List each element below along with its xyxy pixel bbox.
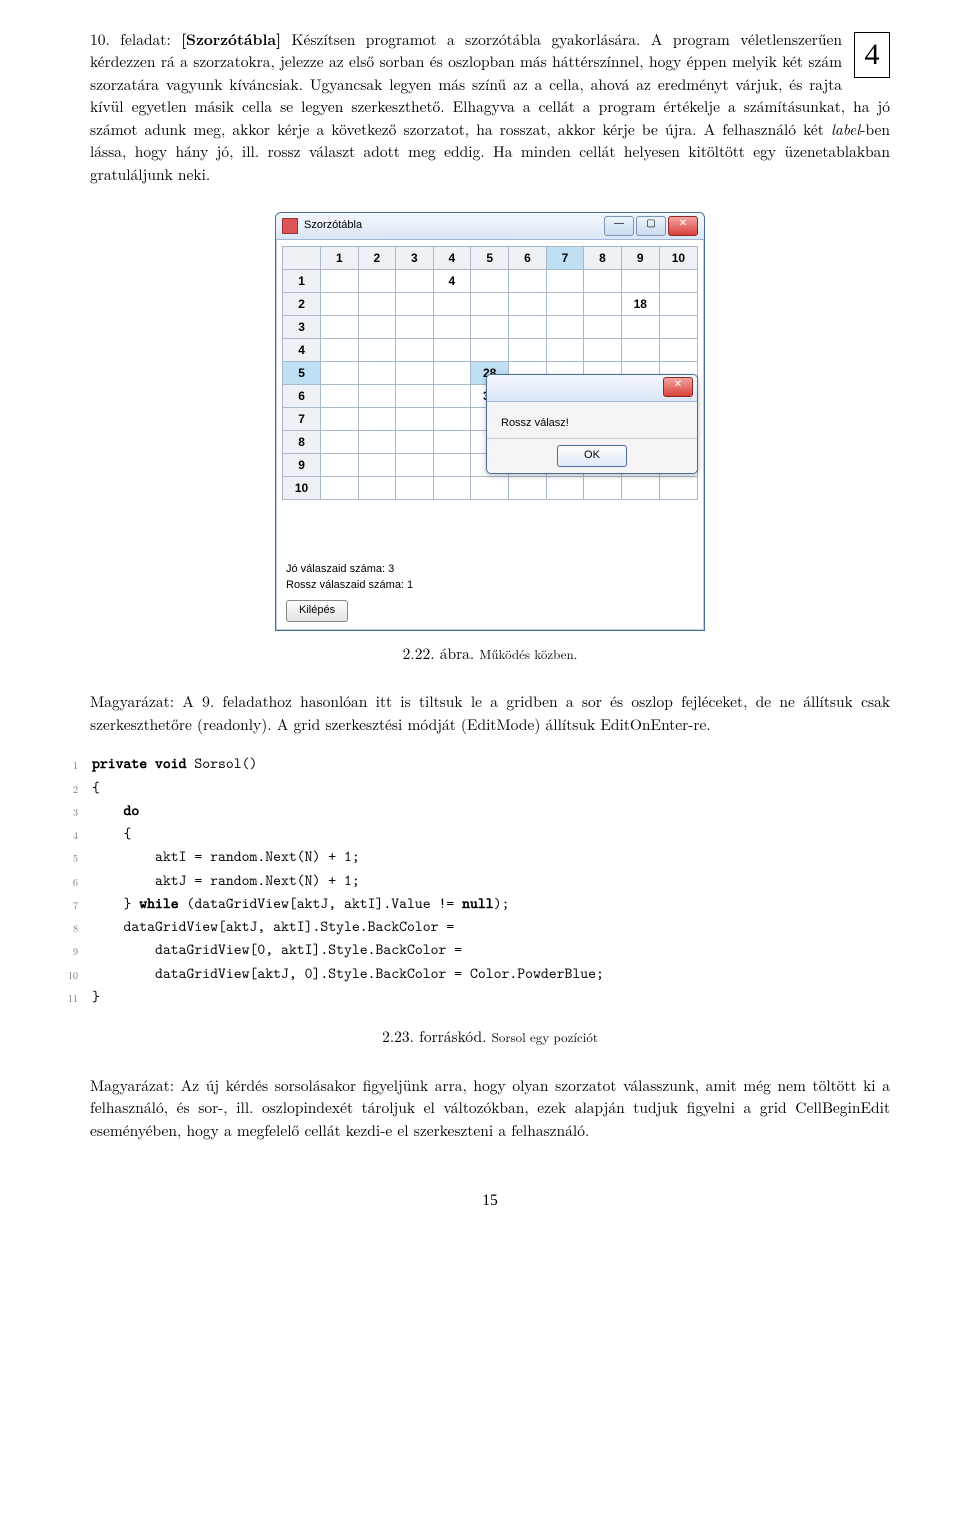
code-text: (dataGridView[aktJ, aktI].Value !=: [179, 893, 463, 913]
task-number-box: 4: [854, 32, 890, 78]
row-header: 8: [283, 431, 321, 454]
example-screenshot: Szorzótábla — ▢ ✕ 1 2 3 4 5 6 7 8 9 10 1…: [275, 212, 705, 631]
col-header: 8: [584, 247, 622, 270]
titlebar: Szorzótábla — ▢ ✕: [276, 213, 704, 240]
col-header: 10: [659, 247, 697, 270]
status-bad-label: Rossz válaszaid száma: 1: [286, 578, 696, 594]
status-good-label: Jó válaszaid száma: 3: [286, 562, 696, 578]
row-header: 2: [283, 293, 321, 316]
exp1-it4: (EditMode): [461, 714, 540, 735]
maximize-button[interactable]: ▢: [636, 216, 666, 236]
col-header: 3: [396, 247, 434, 270]
code-text: aktI = random.Next(N) + 1;: [92, 845, 360, 868]
exp1-b5: állítsuk: [540, 714, 600, 735]
task-label-italic: label: [831, 119, 860, 140]
grid-cell[interactable]: 18: [621, 293, 659, 316]
exp1-it5: EditOnEnter: [600, 714, 688, 735]
code-text: aktJ = random.Next(N) + 1;: [92, 869, 360, 892]
col-header: 4: [433, 247, 471, 270]
kw-while: while: [139, 893, 178, 913]
row-header: 7: [283, 408, 321, 431]
grid-corner: [283, 247, 321, 270]
line-number: 8: [38, 915, 92, 938]
exit-button[interactable]: Kilépés: [286, 600, 348, 622]
col-header: 1: [321, 247, 359, 270]
line-number: 11: [38, 985, 92, 1008]
code-text: [147, 753, 155, 773]
code-text: dataGridView[0, aktI].Style.BackColor =: [92, 938, 462, 961]
exp1-b4: szerkesztési módját: [320, 714, 461, 735]
exp1-b1: A 9. feladathoz hasonlóan itt is tiltsuk…: [174, 691, 506, 712]
status-area: Jó válaszaid száma: 3 Rossz válaszaid sz…: [276, 474, 704, 630]
exp1-it2: (readonly): [197, 714, 267, 735]
exp2-it1: grid CellBeginEdit: [760, 1097, 890, 1118]
exp2-b2: eseményében, hogy a megfelelő cellát kez…: [90, 1120, 589, 1141]
col-header: 9: [621, 247, 659, 270]
kw-null: null: [462, 893, 494, 913]
code-text: {: [92, 776, 100, 799]
line-number: 6: [38, 869, 92, 892]
exp1-lead: Magyarázat:: [90, 691, 174, 712]
grid-cell[interactable]: 4: [433, 270, 471, 293]
task-paragraph: 10. feladat: [Szorzótábla] Készítsen pro…: [90, 28, 890, 186]
dialog-ok-button[interactable]: OK: [557, 445, 627, 467]
explanation-1: Magyarázat: A 9. feladathoz hasonlóan it…: [90, 691, 890, 736]
col-header: 5: [471, 247, 509, 270]
message-dialog: ✕ Rossz válasz! OK: [486, 374, 698, 474]
code-text: dataGridView[aktJ, aktI].Style.BackColor…: [92, 915, 454, 938]
col-header-highlight: 7: [546, 247, 584, 270]
app-window: Szorzótábla — ▢ ✕ 1 2 3 4 5 6 7 8 9 10 1…: [275, 212, 705, 631]
code-caption: 2.23. forráskód. Sorsol egy pozíciót: [90, 1026, 890, 1048]
code-text: }: [92, 985, 100, 1008]
exp2-lead: Magyarázat:: [90, 1075, 174, 1096]
caption2-num: 2.23. forráskód.: [382, 1026, 492, 1047]
task-title: [Szorzótábla]: [181, 27, 281, 50]
code-text: }: [92, 893, 139, 913]
line-number: 3: [38, 799, 92, 822]
close-button[interactable]: ✕: [668, 216, 698, 236]
app-icon: [282, 218, 298, 234]
line-number: 10: [38, 962, 92, 985]
caption1-text: Működés közben.: [479, 644, 577, 663]
caption1-num: 2.22. ábra.: [403, 643, 480, 664]
exp1-b3: . A: [267, 714, 293, 735]
code-text: );: [494, 893, 510, 913]
row-header: 3: [283, 316, 321, 339]
line-number: 9: [38, 938, 92, 961]
page-number: 15: [90, 1190, 890, 1212]
dialog-close-button[interactable]: ✕: [663, 377, 693, 397]
kw-private: private: [92, 753, 147, 773]
window-title: Szorzótábla: [304, 218, 602, 234]
line-number: 5: [38, 845, 92, 868]
code-listing: 1private void Sorsol() 2{ 3 do 4 { 5 akt…: [38, 752, 890, 1008]
kw-void: void: [155, 753, 187, 773]
code-text: dataGridView[aktJ, 0].Style.BackColor = …: [92, 962, 604, 985]
row-header: 6: [283, 385, 321, 408]
caption2-text: Sorsol egy pozíciót: [492, 1027, 598, 1046]
exp1-it1: gridben: [506, 691, 557, 712]
code-text: [92, 800, 124, 820]
col-header: 2: [358, 247, 396, 270]
exp1-it3: grid: [294, 714, 321, 735]
dialog-text: Rossz válasz!: [487, 402, 697, 438]
line-number: 4: [38, 822, 92, 845]
code-text: {: [92, 822, 131, 845]
code-text: Sorsol(): [187, 753, 258, 773]
col-header: 6: [509, 247, 547, 270]
task-prefix: 10. feladat:: [90, 29, 181, 50]
line-number: 2: [38, 776, 92, 799]
explanation-2: Magyarázat: Az új kérdés sorsolásakor fi…: [90, 1075, 890, 1142]
row-header-highlight: 5: [283, 362, 321, 385]
figure-caption-1: 2.22. ábra. Működés közben.: [90, 643, 890, 665]
row-header: 1: [283, 270, 321, 293]
line-number: 1: [38, 752, 92, 775]
exp1-b6: -re.: [688, 714, 710, 735]
kw-do: do: [124, 800, 140, 820]
line-number: 7: [38, 892, 92, 915]
minimize-button[interactable]: —: [604, 216, 634, 236]
row-header: 4: [283, 339, 321, 362]
